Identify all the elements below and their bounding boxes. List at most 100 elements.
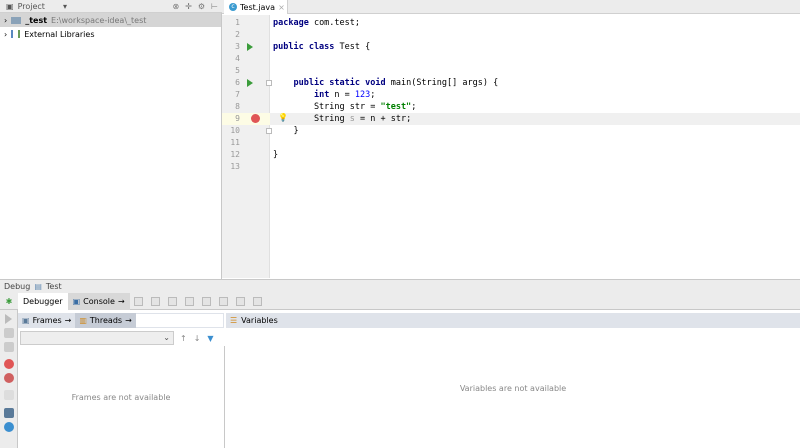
variables-header: ☰ Variables [226,313,800,328]
frames-header-empty [135,314,223,327]
view-breakpoints-icon[interactable] [4,359,14,369]
tab-frames[interactable]: ▣ Frames → [18,313,75,328]
module-path: E:\workspace-idea\_test [51,15,147,25]
variables-title: Variables [241,316,278,325]
breakpoint-icon[interactable] [251,114,260,123]
code-line-current: String s = n + str; [270,113,800,125]
pin-icon[interactable]: → [118,297,125,306]
code-line: } [273,150,279,160]
run-config-icon: ▤ [34,282,42,291]
line-number: 3 [235,42,240,51]
project-panel-header: ▣ Project ▾ ⊗ ✛ ⚙ ⊢ [0,0,222,13]
variables-list: Variables are not available [226,328,800,448]
tab-label: Test.java [240,2,276,12]
project-tree: › _test E:\workspace-idea\_test › Extern… [0,13,222,279]
editor-gutter[interactable]: 1 2 3 4 5 6 7 8 9 10 11 12 13 [222,15,272,278]
chevron-down-icon: ⌄ [163,333,170,342]
line-number: 5 [235,66,240,75]
line-number: 2 [235,30,240,39]
debug-bug-icon: ✱ [5,296,13,306]
tab-label: Frames [32,316,62,325]
step-into-icon[interactable] [167,296,177,306]
code-line: public static void main(String[] args) { [293,78,499,88]
threads-icon: ▥ [79,316,87,325]
variables-icon: ☰ [230,316,238,325]
debug-label: Debug [4,282,31,291]
filter-icon[interactable]: ▼ [207,334,213,343]
project-view-selector[interactable]: Project [18,2,45,11]
frames-header: ▣ Frames → ▥ Threads → [18,313,224,328]
run-to-cursor-icon[interactable] [235,296,245,306]
drop-frame-icon[interactable] [218,296,228,306]
run-config-name: Test [45,282,62,291]
pin-icon[interactable]: → [65,316,72,325]
line-number: 10 [230,126,240,135]
step-over-icon[interactable] [150,296,160,306]
line-number: 7 [235,90,240,99]
line-number: 6 [235,78,240,87]
frames-actions: ↑ ↓ ▼ [176,331,224,345]
code-line: int n = 123; [313,90,376,100]
tab-label: Console [83,296,115,306]
frames-icon: ▣ [22,316,30,325]
evaluate-expression-icon[interactable] [252,296,262,306]
debug-toolbar: ✱ Debugger ▣ Console → [0,292,800,310]
tab-label: Debugger [23,296,63,306]
tab-test-java[interactable]: c Test.java × [224,0,288,14]
code-line: String str = "test"; [273,102,417,112]
code-line: package com.test; [273,18,361,28]
frames-list: Frames are not available [18,346,225,448]
dropdown-icon[interactable]: ▾ [63,2,67,11]
lightbulb-icon[interactable]: 💡 [278,113,288,122]
tab-debugger[interactable]: Debugger [18,292,68,310]
close-icon[interactable]: × [278,3,285,12]
variables-empty-text: Variables are not available [459,383,567,393]
module-folder-icon [11,16,22,24]
run-icon[interactable] [247,79,253,87]
pause-icon[interactable] [4,328,14,338]
step-out-icon[interactable] [201,296,211,306]
line-number: 9 [235,114,240,123]
tree-item-external-libraries[interactable]: › External Libraries [0,27,221,41]
up-arrow-icon[interactable]: ↑ [180,334,187,343]
debug-window-title: Debug ▤ Test [0,279,800,293]
tab-threads[interactable]: ▥ Threads → [75,313,136,328]
libraries-label: External Libraries [24,29,95,39]
thread-selector[interactable]: ⌄ [20,331,174,345]
console-icon: ▣ [72,296,81,306]
collapse-icon[interactable]: ⊗ [172,2,179,11]
line-number: 12 [230,150,240,159]
expand-icon[interactable]: › [4,16,7,25]
run-icon[interactable] [247,43,253,51]
scroll-from-source-icon[interactable]: ✛ [185,2,192,11]
down-arrow-icon[interactable]: ↓ [194,334,201,343]
java-class-icon: c [229,3,237,11]
line-number: 4 [235,54,240,63]
stop-icon[interactable] [4,342,14,352]
code-editor[interactable]: package com.test; public class Test { pu… [270,15,800,278]
libraries-icon [11,30,21,38]
tree-item-test[interactable]: › _test E:\workspace-idea\_test [0,13,221,27]
code-line: public class Test { [273,42,371,52]
line-number: 13 [230,162,240,171]
line-number: 8 [235,102,240,111]
force-step-into-icon[interactable] [184,296,194,306]
restore-layout-icon[interactable] [4,390,14,400]
debug-side-toolbar [0,310,18,448]
show-execution-point-icon[interactable] [133,296,143,306]
gear-icon[interactable] [4,422,14,432]
module-name: _test [25,15,48,25]
line-number: 1 [235,18,240,27]
tab-label: Threads [89,316,123,325]
code-line: } [273,126,299,136]
mute-breakpoints-icon[interactable] [4,373,14,383]
editor-tabs: c Test.java × [222,0,800,14]
pin-icon[interactable]: → [125,316,132,325]
gear-icon[interactable]: ⚙ [198,2,205,11]
resume-icon[interactable] [5,314,12,324]
hide-icon[interactable]: ⊢ [211,2,218,11]
tab-console[interactable]: ▣ Console → [67,292,130,310]
expand-icon[interactable]: › [4,30,7,39]
settings-layout-icon[interactable] [4,408,14,418]
frames-empty-text: Frames are not available [71,392,171,402]
